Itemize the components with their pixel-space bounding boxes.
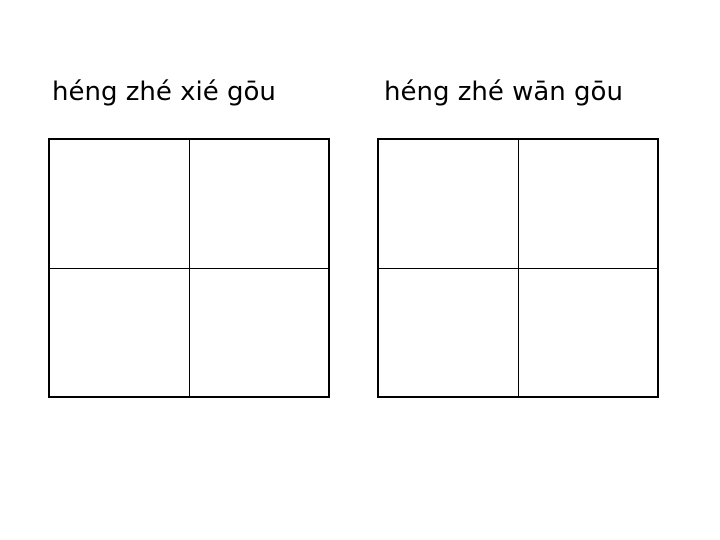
grid-horizontal-divider [50, 268, 328, 269]
writing-grid-2 [377, 138, 659, 398]
stroke-name-label-2: héng zhé wān gōu [384, 77, 623, 107]
grid-horizontal-divider [379, 268, 657, 269]
stroke-name-label-1: héng zhé xié gōu [52, 77, 276, 107]
writing-grid-1 [48, 138, 330, 398]
